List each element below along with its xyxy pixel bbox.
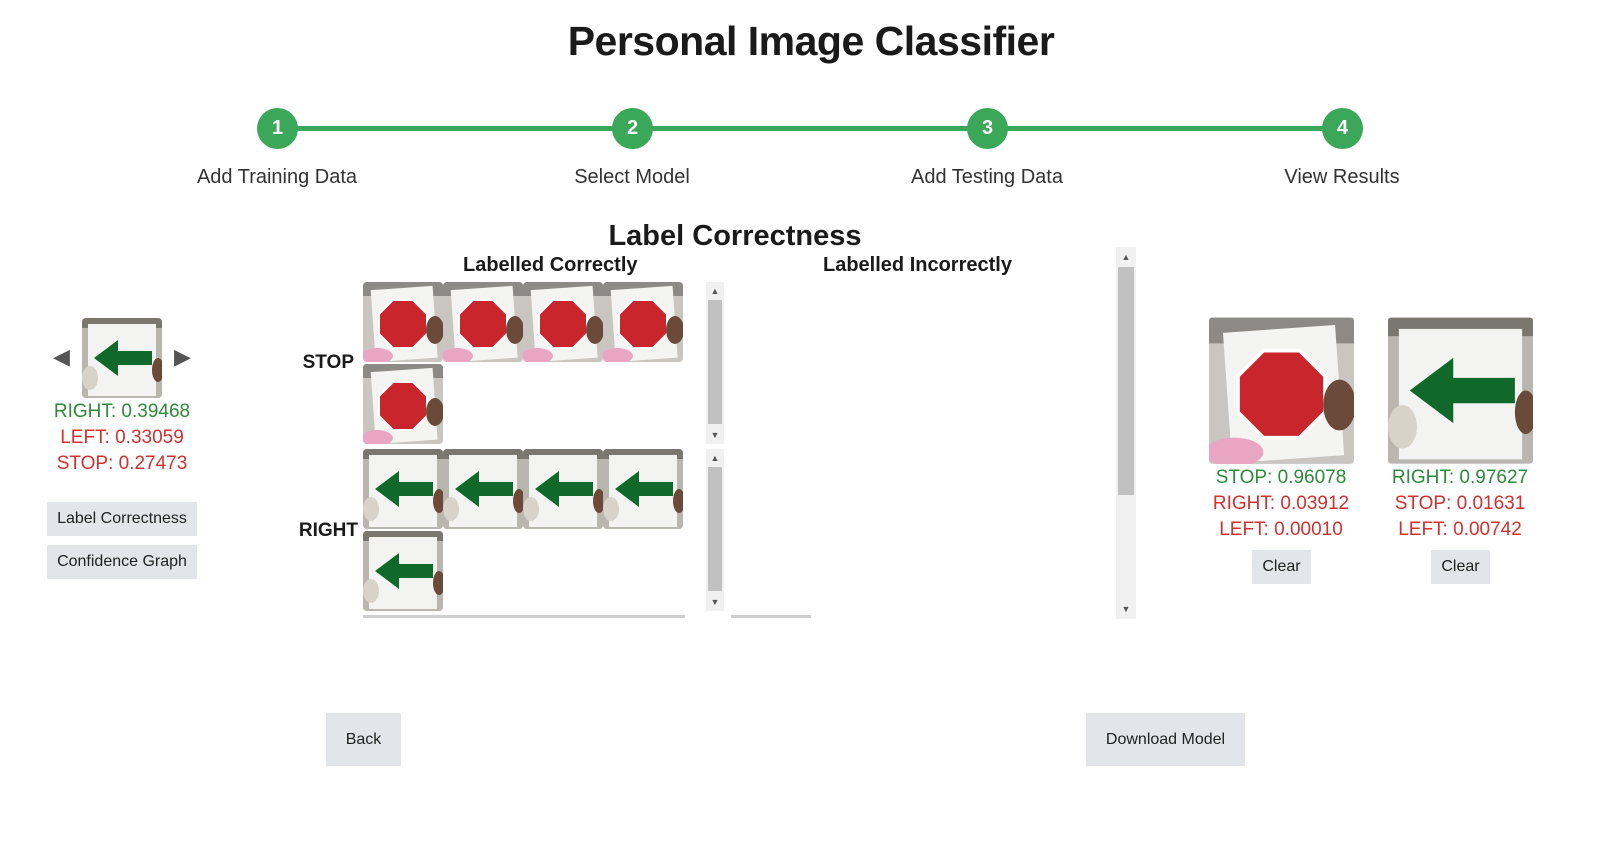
step-2-label[interactable]: Select Model <box>502 166 762 189</box>
download-model-button[interactable]: Download Model <box>1086 713 1245 766</box>
stop-thumbnail[interactable] <box>363 282 443 362</box>
section-title: Label Correctness <box>608 220 862 252</box>
stop-image <box>603 282 683 362</box>
next-row-edge <box>363 615 685 618</box>
arrow-image <box>363 531 443 611</box>
arrow-image <box>363 449 443 529</box>
stop-thumbnail[interactable] <box>523 282 603 362</box>
incorrect-column-header: Labelled Incorrectly <box>823 254 1012 276</box>
stop-thumbnail[interactable] <box>443 282 523 362</box>
arrow-thumbnail[interactable] <box>363 531 443 611</box>
arrow-thumbnail[interactable] <box>363 449 443 529</box>
scroll-down-icon[interactable]: ▼ <box>706 595 724 609</box>
left-score-1: RIGHT: 0.39468 <box>53 401 191 422</box>
back-button[interactable]: Back <box>326 713 401 766</box>
stop-image <box>1209 318 1354 464</box>
correct-column-header: Labelled Correctly <box>463 254 638 276</box>
pinned-2-score-1: RIGHT: 0.97627 <box>1391 467 1529 488</box>
pinned-image-1 <box>1209 317 1354 464</box>
pinned-1-score-1: STOP: 0.96078 <box>1215 467 1347 488</box>
arrow-thumbnail[interactable] <box>523 449 603 529</box>
stepper-line <box>277 126 1345 131</box>
step-1-circle[interactable]: 1 <box>257 108 298 149</box>
pinned-1-score-2: RIGHT: 0.03912 <box>1212 493 1350 514</box>
right-row-scroll-thumb[interactable] <box>708 467 722 591</box>
stop-correct-grid <box>363 282 685 446</box>
arrow-image <box>443 449 523 529</box>
stop-row-scrollbar[interactable]: ▲ ▼ <box>706 282 724 444</box>
scroll-down-icon[interactable]: ▼ <box>706 428 724 442</box>
outer-scroll-thumb[interactable] <box>1118 267 1134 495</box>
stop-thumbnail[interactable] <box>363 364 443 444</box>
arrow-thumbnail[interactable] <box>603 449 683 529</box>
arrow-thumbnail[interactable] <box>443 449 523 529</box>
pinned-2-score-2: STOP: 0.01631 <box>1394 493 1526 514</box>
step-4-circle[interactable]: 4 <box>1322 108 1363 149</box>
arrow-image <box>1388 318 1533 463</box>
step-3-label[interactable]: Add Testing Data <box>857 166 1117 189</box>
right-row-scrollbar[interactable]: ▲ ▼ <box>706 449 724 611</box>
stop-row-scroll-thumb[interactable] <box>708 300 722 424</box>
right-correct-grid <box>363 449 685 613</box>
stop-image <box>363 282 443 362</box>
clear-button-1[interactable]: Clear <box>1252 550 1311 584</box>
outer-scrollbar[interactable]: ▲ ▼ <box>1116 247 1136 619</box>
scroll-up-icon[interactable]: ▲ <box>706 451 724 465</box>
row-label-stop: STOP <box>302 352 354 373</box>
prev-image-icon[interactable]: ◀ <box>53 344 70 370</box>
step-1-label[interactable]: Add Training Data <box>147 166 407 189</box>
page-title: Personal Image Classifier <box>567 18 1055 64</box>
step-2-circle[interactable]: 2 <box>612 108 653 149</box>
stop-image <box>443 282 523 362</box>
left-score-2: LEFT: 0.33059 <box>60 427 184 448</box>
pinned-image-2 <box>1388 317 1533 464</box>
current-test-image <box>82 318 162 398</box>
next-row-edge <box>731 615 811 618</box>
arrow-image <box>523 449 603 529</box>
stop-thumbnail[interactable] <box>603 282 683 362</box>
label-correctness-button[interactable]: Label Correctness <box>47 502 197 536</box>
arrow-image <box>603 449 683 529</box>
step-3-circle[interactable]: 3 <box>967 108 1008 149</box>
confidence-graph-button[interactable]: Confidence Graph <box>47 545 197 579</box>
step-4-label[interactable]: View Results <box>1212 166 1472 189</box>
scroll-up-icon[interactable]: ▲ <box>1116 250 1136 264</box>
row-label-right: RIGHT <box>298 520 358 541</box>
pinned-1-score-3: LEFT: 0.00010 <box>1219 519 1343 540</box>
clear-button-2[interactable]: Clear <box>1431 550 1490 584</box>
pinned-2-score-3: LEFT: 0.00742 <box>1398 519 1522 540</box>
stop-image <box>523 282 603 362</box>
left-score-3: STOP: 0.27473 <box>56 453 188 474</box>
scroll-down-icon[interactable]: ▼ <box>1116 602 1136 616</box>
next-image-icon[interactable]: ▶ <box>174 344 191 370</box>
stop-image <box>363 364 443 444</box>
arrow-image <box>82 318 162 398</box>
scroll-up-icon[interactable]: ▲ <box>706 284 724 298</box>
